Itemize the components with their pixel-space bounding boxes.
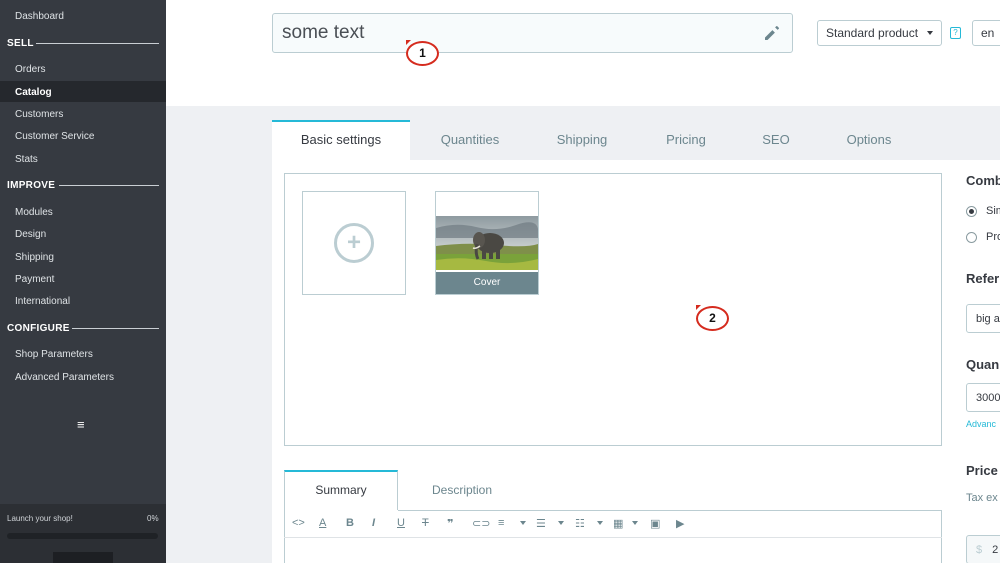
price-input[interactable]: $2 — [966, 535, 1000, 563]
sidebar-section-sell: SELL — [7, 38, 34, 49]
tab-summary[interactable]: Summary — [284, 470, 398, 510]
language-select[interactable]: en — [972, 20, 1000, 46]
sidebar-item-customer-service[interactable]: Customer Service — [15, 131, 94, 142]
sidebar-item-shipping[interactable]: Shipping — [15, 252, 54, 263]
tab-basic-settings[interactable]: Basic settings — [272, 120, 410, 160]
pencil-icon[interactable] — [763, 24, 781, 47]
quote-icon[interactable]: ❞ — [447, 517, 453, 530]
launch-shop-label: Launch your shop! — [7, 514, 73, 523]
sidebar-divider — [59, 185, 159, 186]
link-icon[interactable]: ⊂⊃ — [472, 517, 490, 530]
toolbar-divider — [284, 537, 942, 538]
underline-icon[interactable]: U — [397, 517, 405, 529]
italic-icon[interactable]: I — [372, 517, 375, 529]
product-tabs: Basic settings Quantities Shipping Prici… — [272, 120, 1000, 160]
help-icon[interactable]: ? — [950, 27, 961, 39]
sidebar-item-design[interactable]: Design — [15, 229, 46, 240]
product-type-select[interactable]: Standard product — [817, 20, 942, 46]
media-icon[interactable]: ▶ — [676, 517, 684, 530]
text-color-icon[interactable]: A — [319, 517, 326, 529]
table-icon[interactable]: ▦ — [613, 517, 623, 530]
callout-marker-2: 2 — [696, 306, 729, 331]
tab-shipping[interactable]: Shipping — [530, 120, 634, 160]
reference-input[interactable]: big a — [966, 304, 1000, 333]
sidebar-section-configure: CONFIGURE — [7, 323, 70, 334]
combinations-radio[interactable] — [966, 232, 977, 243]
plus-circle-icon[interactable]: + — [334, 223, 374, 263]
numbered-list-icon[interactable]: ☷ — [575, 517, 585, 530]
sidebar-item-shop-parameters[interactable]: Shop Parameters — [15, 349, 93, 360]
editor-tabs: Summary Description — [284, 470, 942, 510]
price-value: 2 — [992, 544, 999, 556]
tab-seo[interactable]: SEO — [738, 120, 814, 160]
tab-options[interactable]: Options — [814, 120, 924, 160]
launch-button[interactable] — [53, 552, 113, 563]
sidebar-item-customers[interactable]: Customers — [15, 109, 63, 120]
hamburger-icon[interactable]: ≡ — [77, 417, 85, 432]
sidebar-divider — [72, 328, 159, 329]
tab-pricing[interactable]: Pricing — [634, 120, 738, 160]
currency-symbol: $ — [976, 544, 983, 556]
tab-description[interactable]: Description — [398, 470, 526, 510]
launch-progress-bar — [7, 533, 158, 539]
sidebar-divider — [36, 43, 159, 44]
tax-excluded-label: Tax ex — [966, 492, 998, 504]
combinations-heading: Comb — [966, 173, 1000, 188]
simple-product-radio[interactable] — [966, 206, 977, 217]
code-icon[interactable]: <> — [292, 517, 305, 529]
tab-quantities[interactable]: Quantities — [410, 120, 530, 160]
advanced-settings-link[interactable]: Advanc — [966, 419, 996, 429]
price-heading: Price — [966, 463, 998, 478]
sidebar-item-international[interactable]: International — [15, 296, 70, 307]
sidebar-item-payment[interactable]: Payment — [15, 274, 54, 285]
sidebar-item-orders[interactable]: Orders — [15, 64, 46, 75]
callout-marker-1: 1 — [406, 41, 439, 66]
chevron-down-icon — [520, 521, 526, 525]
sidebar-item-catalog[interactable]: Catalog — [15, 87, 52, 98]
sidebar-item-modules[interactable]: Modules — [15, 207, 53, 218]
sidebar-item-advanced-parameters[interactable]: Advanced Parameters — [15, 372, 114, 383]
elephant-image[interactable] — [436, 216, 538, 270]
simple-product-label: Sim — [986, 205, 1000, 217]
quantity-heading: Quan — [966, 357, 1000, 372]
sidebar-section-improve: IMPROVE — [7, 180, 56, 191]
align-icon[interactable]: ≡ — [498, 517, 504, 529]
launch-shop-percent: 0% — [147, 514, 159, 523]
chevron-down-icon — [632, 521, 638, 525]
sidebar-item-stats[interactable]: Stats — [15, 154, 38, 165]
bold-icon[interactable]: B — [346, 517, 354, 529]
quantity-input[interactable]: 3000 — [966, 383, 1000, 412]
bullet-list-icon[interactable]: ☰ — [536, 517, 546, 530]
image-icon[interactable]: ▣ — [650, 517, 660, 530]
chevron-down-icon — [927, 31, 933, 35]
combinations-label: Pro — [986, 231, 1000, 243]
strikethrough-icon[interactable]: T — [422, 517, 429, 529]
chevron-down-icon — [558, 521, 564, 525]
chevron-down-icon — [597, 521, 603, 525]
product-name-input[interactable] — [272, 13, 793, 53]
sidebar-item-dashboard[interactable]: Dashboard — [15, 11, 64, 22]
cover-badge: Cover — [436, 272, 538, 294]
reference-heading: Refer — [966, 271, 1000, 286]
